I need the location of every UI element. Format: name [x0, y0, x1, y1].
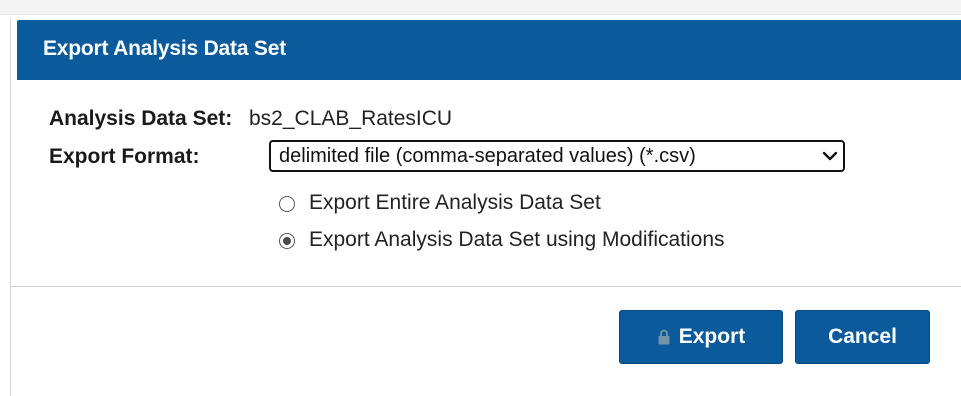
dataset-label: Analysis Data Set:	[49, 107, 233, 130]
dialog-divider	[11, 286, 961, 287]
lock-icon	[658, 329, 670, 345]
dataset-value: bs2_CLAB_RatesICU	[249, 107, 453, 130]
export-button-content: Export	[620, 311, 782, 363]
export-dialog: Export Analysis Data Set Analysis Data S…	[10, 18, 961, 396]
chevron-down-icon	[822, 151, 838, 161]
export-format-selected-value: delimited file (comma-separated values) …	[279, 145, 696, 167]
radio-modified-dataset[interactable]	[279, 233, 295, 249]
cancel-button-label: Cancel	[828, 325, 897, 348]
dialog-title: Export Analysis Data Set	[43, 37, 287, 60]
cancel-button-content: Cancel	[796, 311, 929, 363]
format-label: Export Format:	[49, 145, 200, 168]
option-modified-dataset-label: Export Analysis Data Set using Modificat…	[309, 228, 725, 251]
export-format-select[interactable]: delimited file (comma-separated values) …	[269, 140, 845, 172]
top-strip	[0, 0, 961, 15]
option-entire-dataset-label: Export Entire Analysis Data Set	[309, 191, 601, 214]
page: Export Analysis Data Set Analysis Data S…	[0, 0, 961, 396]
radio-entire-dataset[interactable]	[279, 196, 295, 212]
dialog-header: Export Analysis Data Set	[17, 20, 961, 80]
export-button[interactable]: Export	[619, 310, 783, 364]
export-button-label: Export	[678, 325, 746, 348]
cancel-button[interactable]: Cancel	[795, 310, 930, 364]
